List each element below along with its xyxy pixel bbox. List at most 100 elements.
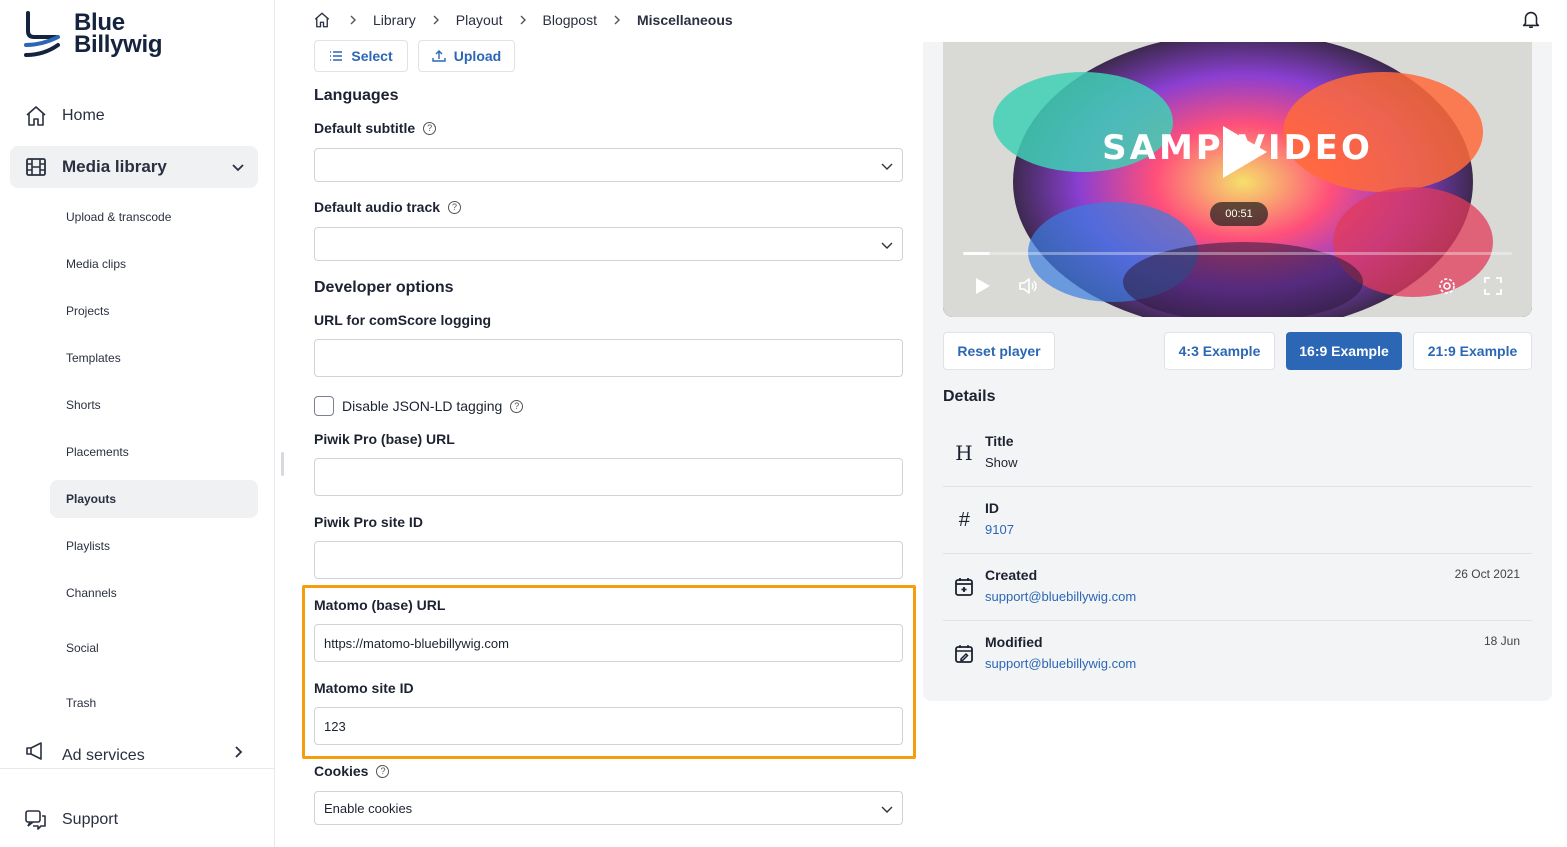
matomo-url-label: Matomo (base) URL: [314, 597, 446, 613]
sidebar-subitem-shorts[interactable]: Shorts: [50, 386, 258, 424]
piwik-url-input[interactable]: [314, 458, 903, 496]
comscore-url-input[interactable]: [314, 339, 903, 377]
breadcrumb-blogpost[interactable]: Blogpost: [543, 12, 597, 28]
sidebar-subitem-channels[interactable]: Channels: [50, 574, 258, 612]
sidebar-subitem-trash[interactable]: Trash: [50, 684, 258, 722]
sidebar-subitem-templates[interactable]: Templates: [50, 339, 258, 377]
detail-label: Modified: [985, 634, 1043, 650]
support-chat-icon: [25, 810, 46, 830]
example-4-3-button[interactable]: 4:3 Example: [1164, 332, 1275, 370]
languages-title: Languages: [314, 87, 399, 104]
detail-value-link[interactable]: 9107: [985, 522, 1014, 537]
play-icon[interactable]: [971, 275, 993, 297]
detail-label: Created: [985, 567, 1038, 583]
sidebar-subitem-placements[interactable]: Placements: [50, 433, 258, 471]
chevron-down-icon: [881, 806, 893, 813]
logo[interactable]: Blue Billywig: [22, 8, 163, 60]
sidebar-divider: [0, 768, 275, 769]
jsonld-checkbox[interactable]: [314, 396, 334, 416]
matomo-site-label: Matomo site ID: [314, 680, 414, 696]
settings-gear-icon[interactable]: [1436, 275, 1458, 297]
fullscreen-icon[interactable]: [1482, 275, 1504, 297]
piwik-site-input[interactable]: [314, 541, 903, 579]
chevron-down-icon: [881, 242, 893, 249]
video-player[interactable]: SAMP VIDEO 00:51: [943, 42, 1532, 317]
progress-fill: [963, 252, 991, 255]
help-icon[interactable]: ?: [448, 200, 462, 214]
play-large-icon[interactable]: [1215, 122, 1271, 182]
sidebar-subitem-upload-transcode[interactable]: Upload & transcode: [50, 198, 258, 236]
sidebar-subitem-playlists[interactable]: Playlists: [50, 527, 258, 565]
detail-date: 26 Oct 2021: [1454, 567, 1520, 581]
sidebar-item-home[interactable]: Home: [10, 95, 258, 137]
calendar-edit-icon: [955, 645, 973, 663]
detail-row-title: H Title Show: [943, 421, 1532, 487]
chevron-down-icon: [232, 164, 244, 172]
default-audio-select[interactable]: [314, 227, 903, 261]
logo-mark-icon: [24, 11, 60, 57]
logo-text: Blue Billywig: [74, 9, 163, 58]
sidebar-resize-handle[interactable]: [281, 452, 284, 476]
detail-value-link[interactable]: support@bluebillywig.com: [985, 656, 1136, 671]
help-icon[interactable]: ?: [510, 399, 524, 413]
home-icon: [26, 106, 46, 126]
sidebar-subitem-media-clips[interactable]: Media clips: [50, 245, 258, 283]
bell-icon[interactable]: [1520, 8, 1542, 30]
sidebar-item-label: Media library: [62, 157, 167, 176]
matomo-url-input[interactable]: https://matomo-bluebillywig.com: [314, 624, 903, 662]
detail-row-id: # ID 9107: [943, 488, 1532, 554]
sidebar-item-media-library[interactable]: Media library: [10, 146, 258, 188]
chevron-right-icon: [520, 15, 526, 25]
sidebar-item-ad-services[interactable]: Ad services: [10, 732, 258, 768]
detail-value: Show: [985, 455, 1018, 470]
comscore-label: URL for comScore logging: [314, 312, 492, 328]
megaphone-icon: [26, 742, 42, 760]
detail-label: Title: [985, 433, 1014, 449]
detail-row-created: Created support@bluebillywig.com 26 Oct …: [943, 555, 1532, 621]
sidebar-item-support[interactable]: Support: [10, 799, 258, 841]
chevron-right-icon: [350, 15, 356, 25]
cookies-label: Cookies ?: [314, 763, 390, 779]
chevron-right-icon: [235, 746, 243, 758]
breadcrumb: Library Playout Blogpost Miscellaneous: [313, 10, 747, 30]
sidebar-item-label: Support: [62, 811, 119, 828]
breadcrumb-home-icon[interactable]: [313, 11, 331, 29]
breadcrumb-playout[interactable]: Playout: [456, 12, 503, 28]
example-21-9-button[interactable]: 21:9 Example: [1413, 332, 1532, 370]
matomo-site-input[interactable]: 123: [314, 707, 903, 745]
help-icon[interactable]: ?: [423, 121, 437, 135]
upload-button[interactable]: Upload: [418, 40, 515, 72]
sidebar-subitem-projects[interactable]: Projects: [50, 292, 258, 330]
sidebar: Blue Billywig Home Media library Upload …: [0, 0, 275, 847]
select-button-label: Select: [351, 48, 393, 64]
volume-icon[interactable]: [1017, 275, 1039, 297]
chevron-right-icon: [614, 15, 620, 25]
sidebar-item-label: Home: [62, 107, 105, 124]
detail-value-link[interactable]: support@bluebillywig.com: [985, 589, 1136, 604]
calendar-plus-icon: [955, 578, 973, 596]
time-indicator: 00:51: [1210, 202, 1268, 226]
example-16-9-button[interactable]: 16:9 Example: [1286, 332, 1402, 370]
developer-options-title: Developer options: [314, 279, 454, 296]
detail-date: 18 Jun: [1483, 634, 1520, 648]
default-audio-label: Default audio track ?: [314, 199, 462, 215]
jsonld-label: Disable JSON-LD tagging: [342, 398, 503, 414]
chevron-right-icon: [433, 15, 439, 25]
help-icon[interactable]: ?: [376, 764, 390, 778]
default-subtitle-label: Default subtitle ?: [314, 120, 437, 136]
sidebar-item-label: Ad services: [62, 747, 145, 764]
cookies-select[interactable]: Enable cookies: [314, 791, 903, 825]
film-icon: [26, 158, 46, 176]
chevron-down-icon: [881, 163, 893, 170]
progress-bar[interactable]: [963, 252, 1512, 255]
default-subtitle-select[interactable]: [314, 148, 903, 182]
select-button[interactable]: Select: [314, 40, 408, 72]
hash-icon: #: [958, 508, 970, 531]
breadcrumb-library[interactable]: Library: [373, 12, 416, 28]
upload-icon: [432, 50, 446, 62]
upload-button-label: Upload: [453, 48, 502, 64]
detail-label: ID: [985, 500, 999, 516]
sidebar-subitem-playouts[interactable]: Playouts: [50, 480, 258, 518]
reset-player-button[interactable]: Reset player: [943, 332, 1055, 370]
sidebar-subitem-social[interactable]: Social: [50, 629, 258, 667]
